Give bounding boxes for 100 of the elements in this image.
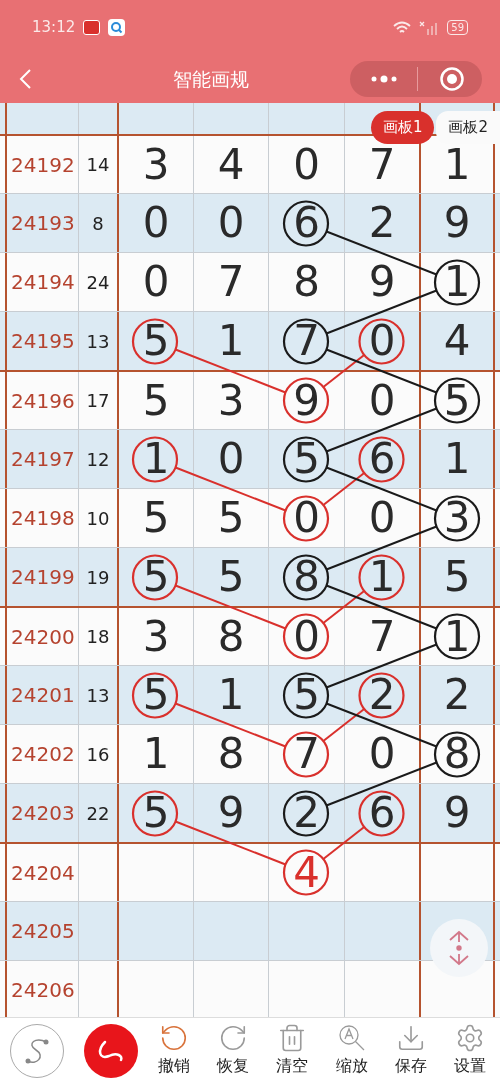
- digit-cell: 2: [368, 202, 396, 244]
- digit-cell: 8: [293, 261, 320, 303]
- wifi-icon: [393, 20, 412, 35]
- sum-value: 14: [86, 153, 110, 177]
- issue-number: 24200: [11, 623, 75, 651]
- zoom-icon: [336, 1023, 367, 1053]
- digit-cell: 1: [443, 615, 471, 658]
- close-app-icon[interactable]: [439, 66, 465, 92]
- toolbar-button[interactable]: 设置: [453, 1023, 486, 1078]
- digit-cell: 5: [443, 379, 471, 422]
- digit-cell: 0: [217, 202, 245, 244]
- digit-cell: 4: [293, 851, 320, 894]
- battery-indicator: 59: [447, 20, 468, 35]
- digit-cell: 0: [293, 615, 320, 658]
- sum-value: 10: [86, 506, 110, 531]
- digit-cell: 6: [293, 202, 320, 244]
- digit-cell: 9: [443, 792, 471, 834]
- issue-number: 24204: [11, 859, 75, 887]
- board-tab[interactable]: 画板2: [436, 111, 500, 144]
- digit-cell: 1: [443, 438, 471, 480]
- digit-cell: 6: [368, 792, 396, 834]
- digit-cell: 1: [217, 320, 245, 362]
- digit-cell: 3: [142, 615, 170, 658]
- sum-value: 13: [86, 683, 110, 708]
- digit-cell: 0: [293, 143, 320, 186]
- digit-cell: 0: [368, 733, 396, 775]
- digit-cell: 7: [217, 261, 245, 303]
- digit-cell: 0: [142, 202, 170, 244]
- digit-cell: 8: [443, 733, 471, 775]
- sum-value: 19: [86, 565, 110, 590]
- digit-cell: 2: [443, 674, 471, 716]
- digit-cell: 0: [368, 320, 396, 362]
- sum-value: 22: [86, 801, 110, 826]
- digit-cell: 2: [293, 792, 320, 834]
- toolbar-button[interactable]: 恢复: [217, 1023, 250, 1078]
- toolbar-button[interactable]: 清空: [276, 1023, 309, 1078]
- digit-cell: 7: [368, 615, 396, 658]
- sum-value: 17: [86, 389, 110, 413]
- digit-cell: 5: [142, 497, 170, 539]
- digit-cell: 0: [368, 497, 396, 539]
- sum-value: 24: [86, 270, 110, 295]
- digit-cell: 5: [217, 497, 245, 539]
- digit-cell: 3: [443, 497, 471, 539]
- back-icon[interactable]: [18, 68, 32, 90]
- issue-number: 24206: [11, 977, 75, 1004]
- digit-cell: 0: [142, 261, 170, 303]
- issue-number: 24203: [11, 800, 75, 827]
- toolbar-button[interactable]: 保存: [394, 1023, 427, 1078]
- digit-cell: 1: [443, 261, 471, 303]
- digit-cell: 5: [443, 556, 471, 598]
- digit-cell: 8: [217, 615, 245, 658]
- digit-cell: 5: [293, 674, 320, 716]
- sum-value: 18: [86, 625, 110, 649]
- digit-cell: 5: [142, 320, 170, 362]
- issue-number: 24205: [11, 918, 75, 945]
- digit-cell: 0: [368, 379, 396, 422]
- toolbar-button[interactable]: 撤销: [158, 1023, 190, 1078]
- issue-number: 24193: [11, 210, 75, 237]
- digit-cell: 5: [142, 379, 170, 422]
- issue-number: 24194: [11, 269, 75, 296]
- digit-cell: 1: [368, 556, 396, 598]
- draw-mode-button[interactable]: [84, 1023, 138, 1078]
- digit-cell: 0: [217, 438, 245, 480]
- connector-line: [322, 826, 366, 860]
- sum-value: 13: [86, 329, 110, 354]
- issue-number: 24196: [11, 387, 75, 415]
- digit-cell: 3: [217, 379, 245, 422]
- digit-cell: 1: [142, 438, 170, 480]
- digit-cell: 1: [443, 143, 471, 186]
- toolbar-button[interactable]: 缩放: [335, 1023, 368, 1078]
- digit-cell: 5: [142, 674, 170, 716]
- digit-cell: 8: [293, 556, 320, 598]
- digit-cell: 6: [368, 438, 396, 480]
- digit-cell: 1: [142, 733, 170, 775]
- digit-cell: 5: [217, 556, 245, 598]
- digit-cell: 9: [368, 261, 396, 303]
- digit-cell: 7: [293, 733, 320, 775]
- digit-cell: 7: [368, 143, 396, 186]
- digit-cell: 9: [443, 202, 471, 244]
- sum-value: 12: [86, 447, 110, 472]
- digit-cell: 9: [293, 379, 320, 422]
- status-time: 13:12: [32, 17, 76, 39]
- signal-icon: [419, 20, 440, 35]
- sum-value: 16: [86, 742, 110, 767]
- issue-number: 24197: [11, 446, 75, 473]
- up-down-arrows-icon: [448, 930, 470, 966]
- digit-cell: 5: [142, 556, 170, 598]
- digit-cell: 1: [217, 674, 245, 716]
- undo-icon: [159, 1023, 189, 1053]
- issue-number: 24195: [11, 328, 75, 355]
- digit-cell: 5: [293, 438, 320, 480]
- digit-cell: 8: [217, 733, 245, 775]
- digit-cell: 9: [217, 792, 245, 834]
- news-app-icon: [83, 20, 101, 35]
- draw-mode-button[interactable]: [10, 1023, 64, 1078]
- digit-cell: 7: [293, 320, 320, 362]
- more-icon[interactable]: [370, 75, 398, 83]
- digit-cell: 4: [217, 143, 245, 186]
- nav-title: 智能画规: [173, 66, 249, 92]
- issue-number: 24202: [11, 741, 75, 768]
